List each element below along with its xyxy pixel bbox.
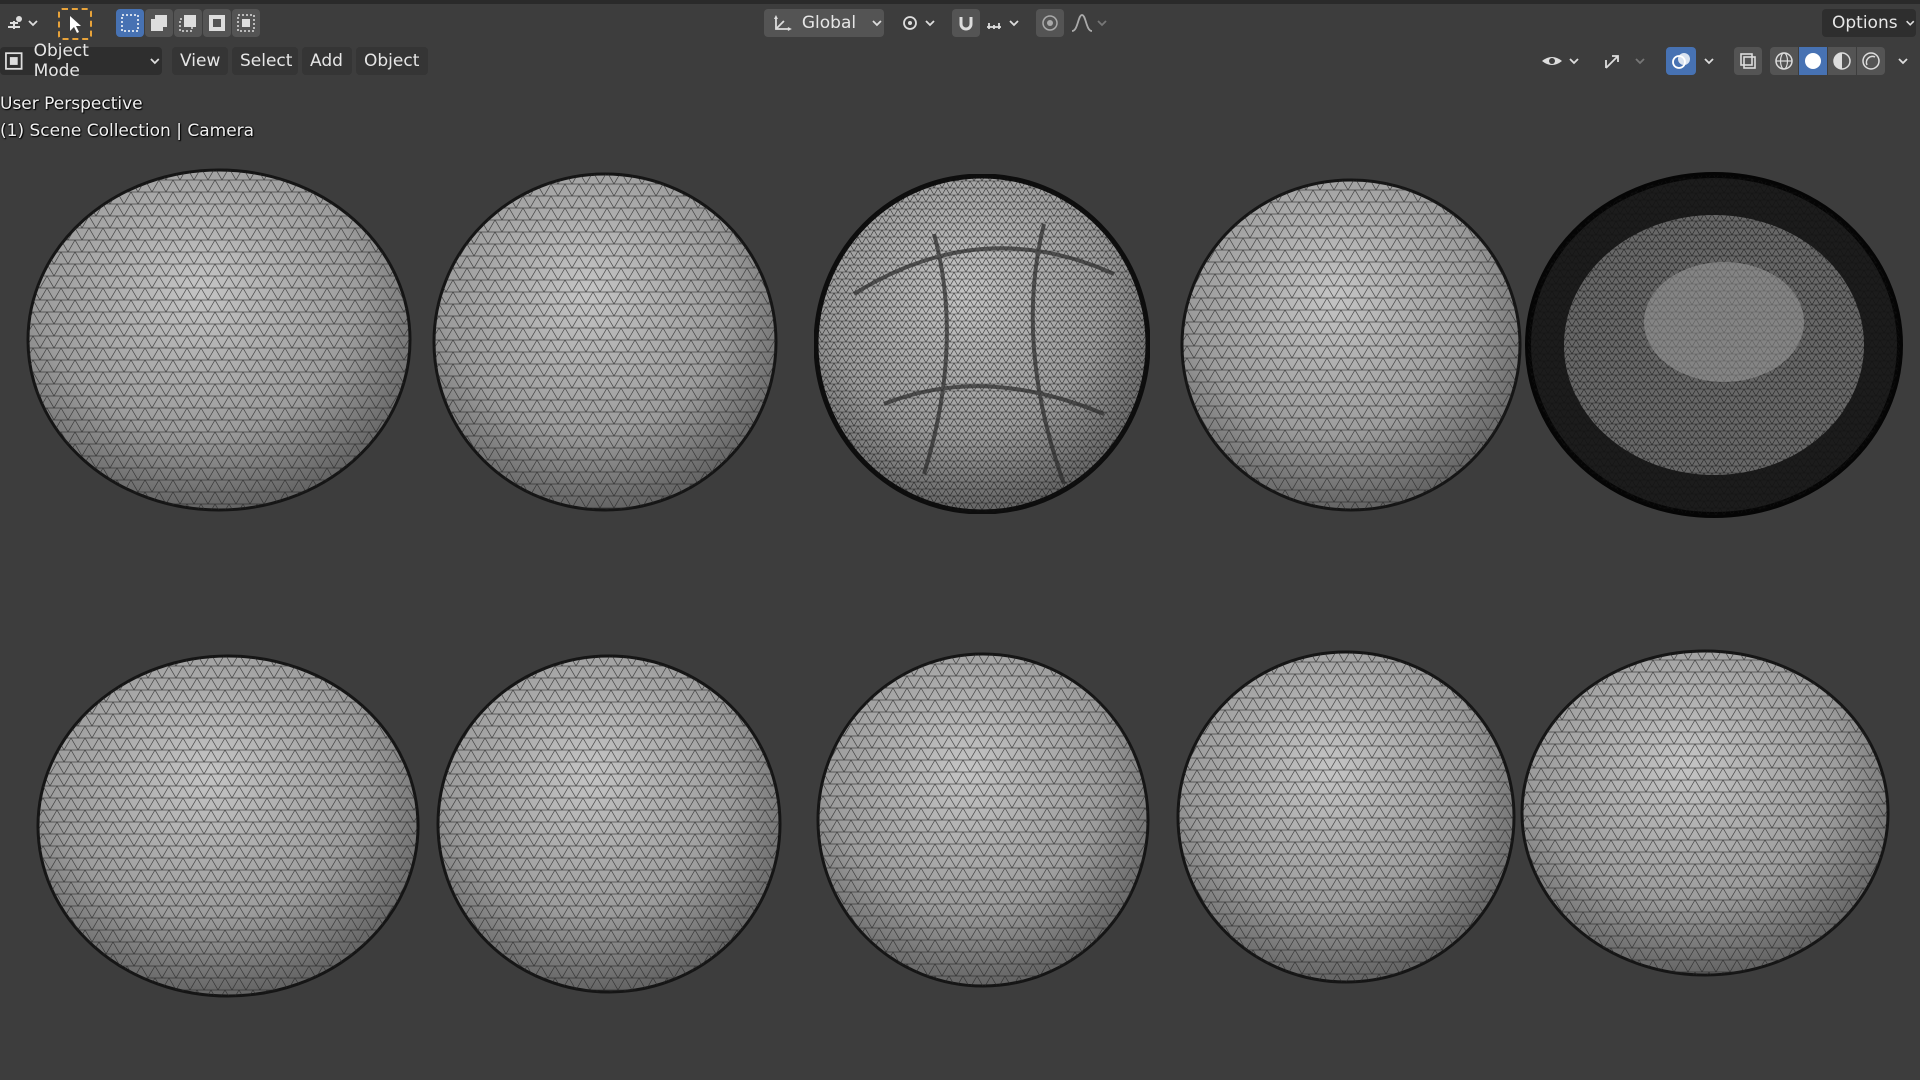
transform-gizmo-icon — [8, 16, 38, 29]
options-label: Options — [1832, 13, 1898, 33]
menu-select[interactable]: Select — [232, 47, 298, 75]
proportional-edit-icon — [1042, 15, 1058, 31]
sphere-object[interactable] — [436, 654, 782, 994]
orientation-axes-icon — [773, 15, 792, 31]
snap-target-dropdown[interactable] — [982, 9, 1026, 37]
solid-sphere-icon — [1805, 53, 1821, 69]
chevron-down-icon — [150, 58, 160, 65]
options-dropdown[interactable]: Options — [1822, 9, 1916, 37]
proportional-falloff-dropdown[interactable] — [1068, 9, 1112, 37]
chevron-down-icon — [1635, 58, 1645, 65]
magnet-icon — [959, 17, 973, 31]
scene-collection-label: (1) Scene Collection | Camera — [0, 121, 255, 141]
shading-wireframe-button[interactable] — [1770, 47, 1798, 75]
select-extend-mode-button[interactable] — [145, 9, 173, 37]
xray-icon — [1740, 53, 1756, 69]
select-invert-icon — [209, 15, 225, 31]
tool-header: Global Options — [0, 4, 1920, 42]
shading-rendered-button[interactable] — [1857, 47, 1885, 75]
gizmo-arrows-icon — [1605, 55, 1619, 69]
sphere-object[interactable] — [1176, 650, 1516, 984]
snapping-toggle[interactable] — [952, 9, 980, 37]
view-perspective-label: User Perspective — [0, 94, 143, 114]
sphere-object[interactable] — [432, 172, 778, 512]
shading-solid-button[interactable] — [1799, 47, 1827, 75]
select-subtract-icon — [179, 15, 196, 32]
chevron-down-icon — [872, 20, 882, 27]
select-intersect-mode-button[interactable] — [232, 9, 260, 37]
select-invert-mode-button[interactable] — [203, 9, 231, 37]
falloff-curve-icon — [1071, 14, 1107, 32]
chevron-down-icon — [1898, 58, 1908, 65]
snap-increment-icon — [987, 20, 1019, 29]
sphere-object[interactable] — [1180, 178, 1522, 512]
chevron-down-icon — [1704, 58, 1714, 65]
object-mode-dropdown[interactable]: Object Mode — [0, 41, 162, 81]
material-sphere-icon — [1833, 52, 1851, 70]
cursor-arrow-icon — [70, 16, 81, 33]
shading-material-button[interactable] — [1828, 47, 1856, 75]
eye-icon — [1542, 57, 1579, 65]
menu-object[interactable]: Object — [356, 47, 428, 75]
transform-orientation-label: Global — [801, 13, 857, 33]
menu-view[interactable]: View — [172, 47, 228, 75]
object-mode-label: Object Mode — [33, 41, 89, 81]
menu-add[interactable]: Add — [302, 47, 352, 75]
gizmo-toggle[interactable] — [1598, 47, 1628, 75]
editor-type-button[interactable] — [2, 9, 42, 37]
proportional-editing-toggle[interactable] — [1036, 9, 1064, 37]
select-intersect-icon — [237, 14, 255, 32]
cratered-sphere-object[interactable] — [814, 174, 1150, 514]
select-box-icon — [121, 14, 139, 32]
select-tool-button[interactable] — [58, 8, 92, 40]
gizmo-dropdown[interactable] — [1630, 47, 1650, 75]
pivot-point-dropdown[interactable] — [898, 9, 942, 37]
object-visibility-dropdown[interactable] — [1538, 47, 1586, 75]
select-extend-icon — [151, 15, 167, 31]
transform-orientation-dropdown[interactable]: Global — [764, 9, 884, 37]
rendered-sphere-icon — [1862, 52, 1880, 70]
wireframe-sphere-icon — [1775, 52, 1793, 70]
sphere-object[interactable] — [36, 654, 420, 998]
sphere-object[interactable] — [1520, 648, 1890, 978]
chevron-down-icon — [1905, 20, 1914, 26]
overlays-dropdown[interactable] — [1698, 47, 1720, 75]
pivot-point-icon — [903, 16, 935, 30]
select-new-mode-button[interactable] — [116, 9, 144, 37]
overlays-toggle[interactable] — [1666, 47, 1696, 75]
xray-toggle[interactable] — [1734, 47, 1762, 75]
overlays-icon — [1672, 53, 1690, 69]
object-mode-icon — [5, 52, 23, 70]
sphere-object[interactable] — [816, 652, 1150, 988]
noisy-sphere-object[interactable] — [1524, 172, 1904, 518]
shading-dropdown[interactable] — [1892, 47, 1914, 75]
sphere-object[interactable] — [26, 168, 412, 512]
select-subtract-mode-button[interactable] — [174, 9, 202, 37]
